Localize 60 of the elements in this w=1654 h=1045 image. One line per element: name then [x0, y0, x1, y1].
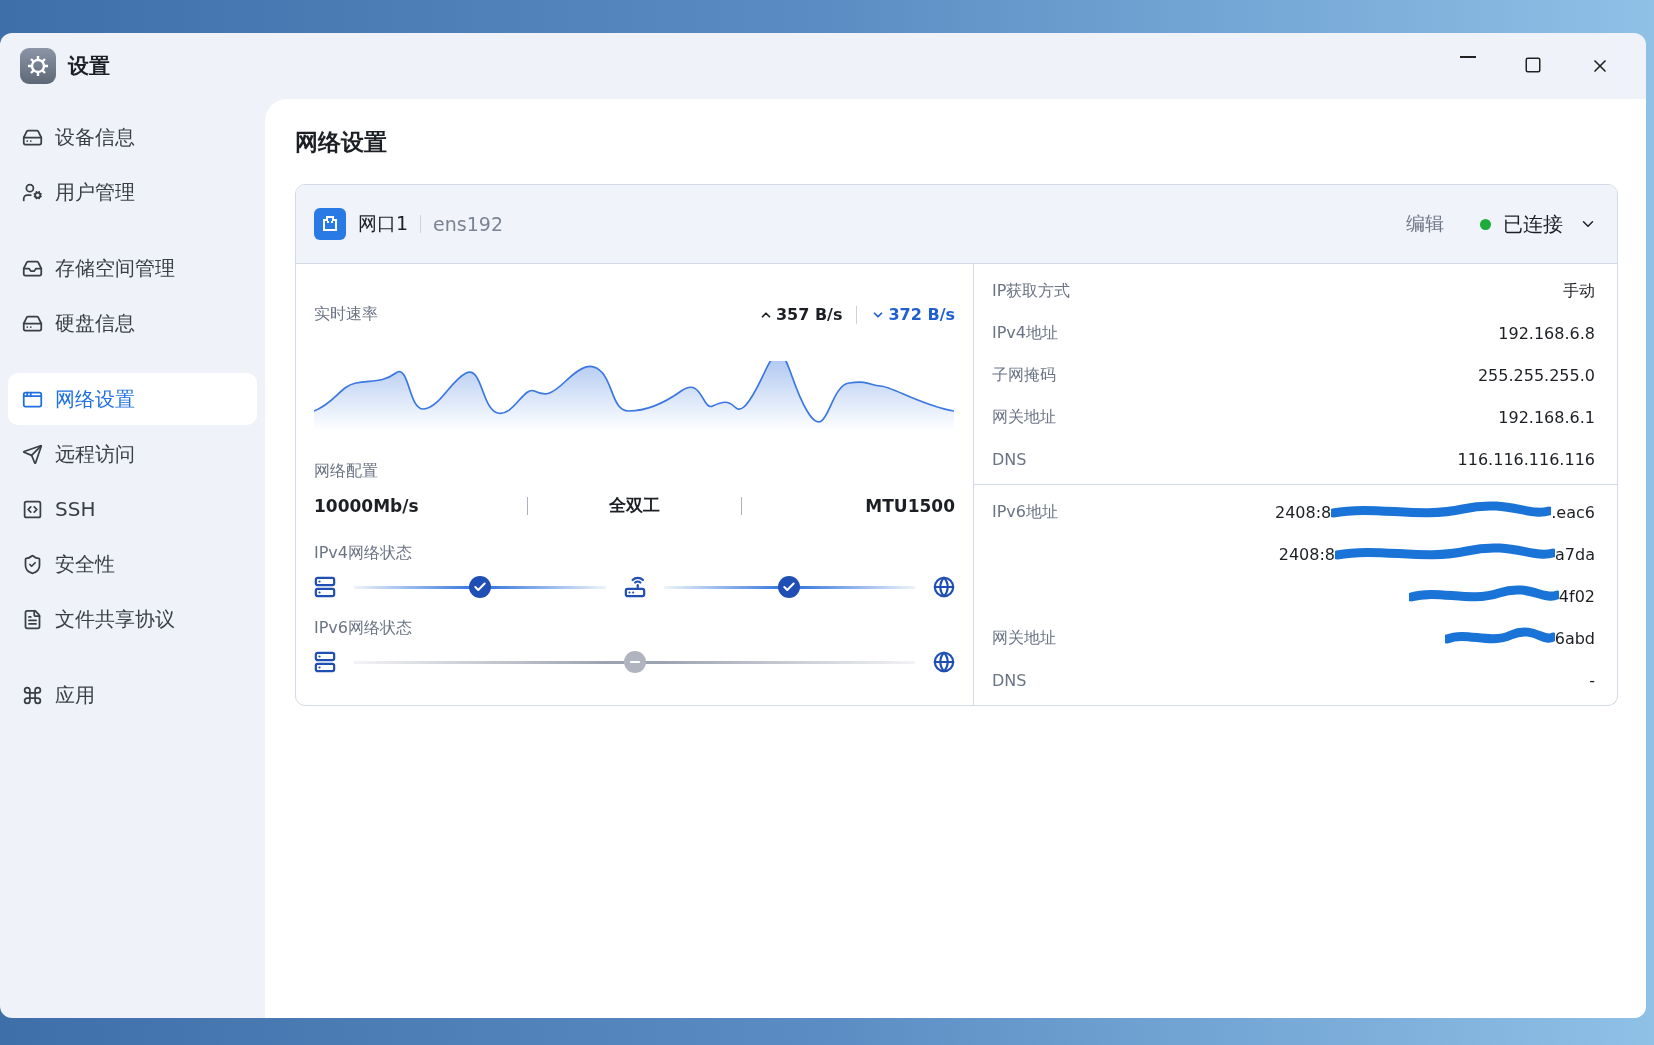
sidebar-item[interactable]: 设备信息: [8, 111, 257, 163]
config-label: 网络配置: [314, 461, 379, 482]
field-value: -: [1589, 670, 1595, 690]
config-value: MTU1500: [864, 495, 955, 516]
router-icon: [623, 576, 646, 598]
field-label: DNS: [992, 449, 1027, 469]
field-label: 网关地址: [992, 406, 1056, 428]
address-end: .eac6: [1551, 502, 1595, 522]
server-icon: [314, 651, 336, 673]
config-value: 全双工: [608, 494, 661, 517]
sidebar-item[interactable]: SSH: [8, 483, 257, 535]
server-icon: [314, 576, 336, 598]
send-icon: [22, 443, 43, 465]
globe-icon: [933, 576, 955, 598]
connection-status: 已连接: [1503, 210, 1563, 238]
command-icon: [22, 684, 43, 706]
ipv6-status-label: IPv6网络状态: [314, 618, 413, 639]
edit-link[interactable]: 编辑: [1406, 211, 1444, 237]
upload-speed: 357 B/s: [758, 305, 843, 324]
field-value: 116.116.116.116: [1457, 449, 1595, 469]
address-end: 6abd: [1554, 628, 1595, 648]
address-end: a7da: [1555, 544, 1595, 564]
speed-label: 实时速率: [314, 304, 378, 325]
port-name: 网口1: [358, 211, 409, 236]
sidebar-item[interactable]: 存储空间管理: [8, 242, 257, 294]
sidebar-item[interactable]: 安全性: [8, 538, 257, 590]
shield-icon: [22, 553, 43, 575]
field-label: IPv4地址: [992, 322, 1058, 344]
maximize-icon: [1524, 56, 1542, 74]
field-label: 子网掩码: [992, 364, 1056, 386]
field-value: 手动: [1563, 280, 1595, 302]
ipv4-status-label: IPv4网络状态: [314, 543, 413, 564]
address-end: 4f02: [1558, 586, 1595, 606]
minimize-icon: [1460, 56, 1476, 58]
download-speed: 372 B/s: [871, 305, 955, 324]
sidebar-item[interactable]: 网络设置: [8, 373, 257, 425]
code-icon: [22, 498, 43, 520]
globe-icon: [933, 651, 955, 673]
field-value: 192.168.6.1: [1498, 407, 1595, 427]
settings-gear-icon: [20, 48, 56, 84]
interface-name: ens192: [433, 213, 503, 235]
window-title: 设置: [68, 53, 110, 80]
ethernet-port-icon: [314, 208, 346, 240]
sidebar-item[interactable]: 文件共享协议: [8, 593, 257, 645]
document-icon: [22, 608, 43, 630]
field-label: 网关地址: [992, 627, 1056, 649]
field-label: IP获取方式: [992, 280, 1071, 302]
field-label: DNS: [992, 670, 1027, 690]
address-start: 2408:8: [1275, 502, 1332, 522]
sidebar-item[interactable]: 硬盘信息: [8, 297, 257, 349]
page-title: 网络设置: [295, 128, 388, 157]
user-gear-icon: [22, 181, 43, 203]
address-start: 2408:8: [1278, 544, 1336, 564]
sidebar-item[interactable]: 应用: [8, 669, 257, 721]
config-value: 10000Mb/s: [314, 495, 420, 516]
sidebar-item[interactable]: 远程访问: [8, 428, 257, 480]
field-label: IPv6地址: [992, 501, 1058, 523]
field-value: 255.255.255.0: [1477, 365, 1595, 385]
sidebar-item[interactable]: 用户管理: [8, 166, 257, 218]
field-value: 192.168.6.8: [1498, 323, 1595, 343]
